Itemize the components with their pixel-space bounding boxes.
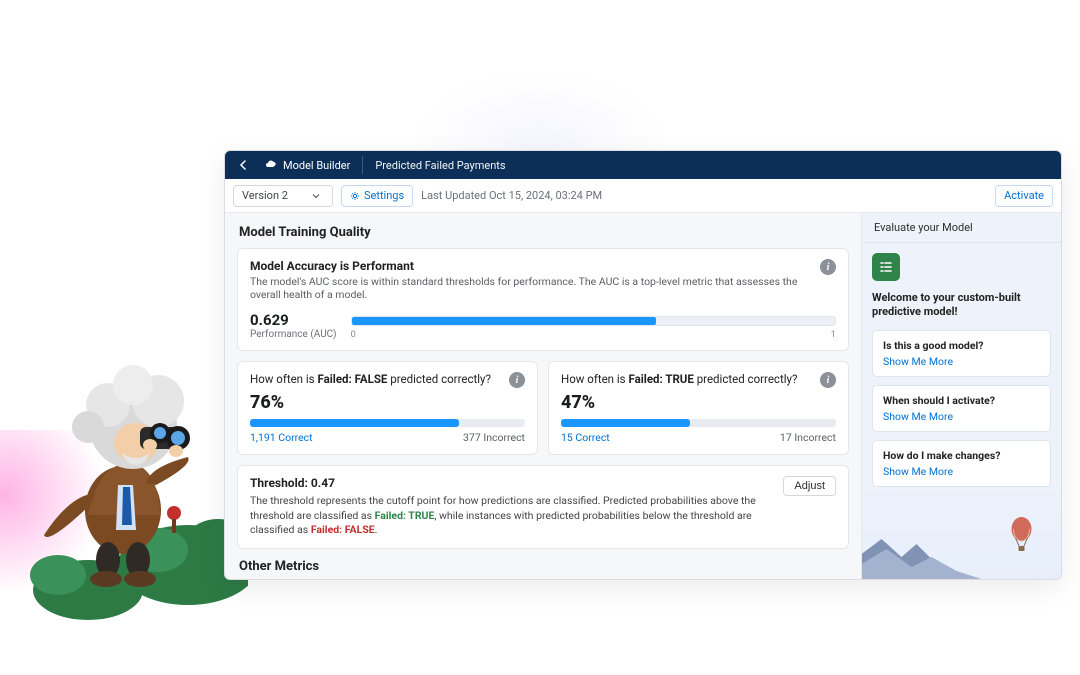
side-link-1[interactable]: Show Me More: [883, 410, 1040, 423]
action-bar: Version 2 Settings Last Updated Oct 15, …: [225, 179, 1061, 213]
side-q-2: How do I make changes?: [883, 449, 1040, 462]
checklist-icon: [872, 253, 900, 281]
side-link-2[interactable]: Show Me More: [883, 465, 1040, 478]
side-illustration: [862, 509, 1061, 579]
other-metrics-title: Other Metrics: [239, 559, 849, 574]
version-value: Version 2: [242, 189, 288, 202]
threshold-d3: .: [375, 523, 378, 536]
true-bar: [561, 419, 836, 427]
side-panel: Evaluate your Model Welcome to your cust…: [861, 213, 1061, 579]
false-prediction-card: How often is Failed: FALSE predicted cor…: [237, 361, 538, 455]
side-welcome: Welcome to your custom-built predictive …: [872, 291, 1051, 320]
true-pct: 47%: [561, 392, 836, 413]
side-link-0[interactable]: Show Me More: [883, 355, 1040, 368]
threshold-card: Threshold: 0.47 The threshold represents…: [237, 465, 849, 549]
auc-label: Performance (AUC): [250, 329, 337, 340]
false-correct-link[interactable]: 1,191 Correct: [250, 431, 313, 444]
side-q-0: Is this a good model?: [883, 339, 1040, 352]
side-q-1: When should I activate?: [883, 394, 1040, 407]
auc-bar-fill: [352, 317, 656, 325]
threshold-prefix: Threshold:: [250, 476, 311, 490]
activate-button[interactable]: Activate: [995, 185, 1053, 207]
true-q-suffix: predicted correctly?: [694, 372, 798, 386]
gear-icon: [350, 191, 360, 201]
cloud-icon: [265, 159, 277, 171]
info-icon[interactable]: i: [820, 372, 836, 388]
side-card-changes: How do I make changes? Show Me More: [872, 440, 1051, 487]
main-pane: Model Training Quality Model Accuracy is…: [225, 213, 861, 579]
scale-min: 0: [351, 329, 356, 340]
app-window: Model Builder Predicted Failed Payments …: [224, 150, 1062, 580]
false-q-suffix: predicted correctly?: [387, 372, 491, 386]
info-icon[interactable]: i: [820, 259, 836, 275]
true-incorrect: 17 Incorrect: [780, 431, 836, 444]
top-nav: Model Builder Predicted Failed Payments: [225, 151, 1061, 179]
version-select[interactable]: Version 2: [233, 185, 333, 207]
true-prediction-card: How often is Failed: TRUE predicted corr…: [548, 361, 849, 455]
accuracy-card: Model Accuracy is Performant The model's…: [237, 248, 849, 351]
false-pct: 76%: [250, 392, 525, 413]
breadcrumb-page[interactable]: Predicted Failed Payments: [375, 159, 505, 172]
false-q-bold: Failed: FALSE: [317, 372, 387, 386]
auc-bar: [351, 316, 836, 326]
adjust-button[interactable]: Adjust: [783, 476, 836, 496]
settings-label: Settings: [364, 189, 404, 202]
side-card-good-model: Is this a good model? Show Me More: [872, 330, 1051, 377]
info-icon[interactable]: i: [509, 372, 525, 388]
true-bar-fill: [561, 419, 690, 427]
brand-crumb[interactable]: Model Builder: [265, 156, 363, 174]
other-metrics-desc: Consider other metrics that are commonly…: [239, 578, 849, 579]
true-q-bold: Failed: TRUE: [628, 372, 693, 386]
false-q-prefix: How often is: [250, 372, 317, 386]
false-bar: [250, 419, 525, 427]
scale-max: 1: [831, 329, 836, 340]
accuracy-heading: Model Accuracy is Performant: [250, 259, 812, 273]
threshold-false: Failed: FALSE: [311, 523, 375, 536]
content-body: Model Training Quality Model Accuracy is…: [225, 213, 1061, 579]
einstein-mascot: [18, 335, 248, 625]
side-header: Evaluate your Model: [862, 213, 1061, 243]
training-quality-title: Model Training Quality: [239, 225, 849, 240]
true-correct-link[interactable]: 15 Correct: [561, 431, 610, 444]
accuracy-sub: The model's AUC score is within standard…: [250, 275, 812, 301]
brand-label: Model Builder: [283, 159, 350, 172]
false-bar-fill: [250, 419, 459, 427]
chevron-down-icon: [312, 192, 320, 200]
activate-label: Activate: [1004, 189, 1044, 202]
side-card-activate: When should I activate? Show Me More: [872, 385, 1051, 432]
settings-button[interactable]: Settings: [341, 185, 413, 207]
threshold-value: 0.47: [311, 476, 335, 490]
arrow-left-icon: [239, 160, 249, 170]
true-q-prefix: How often is: [561, 372, 628, 386]
auc-value: 0.629: [250, 311, 337, 329]
threshold-true: Failed: TRUE: [375, 509, 435, 522]
false-incorrect: 377 Incorrect: [463, 431, 525, 444]
back-button[interactable]: [235, 156, 253, 174]
last-updated: Last Updated Oct 15, 2024, 03:24 PM: [421, 189, 602, 202]
